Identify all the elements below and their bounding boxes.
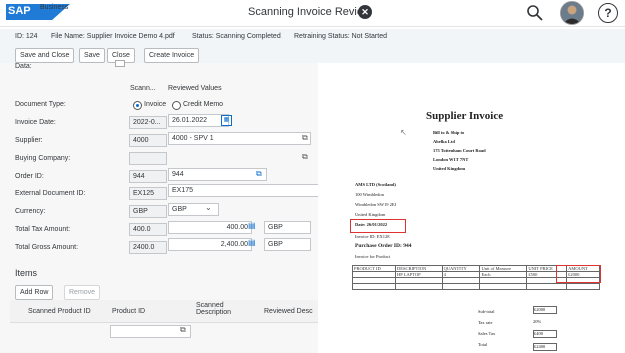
doc-text: £2400 bbox=[533, 343, 557, 351]
save-and-close-button[interactable]: Save and Close bbox=[15, 48, 75, 63]
doc-text: 20% bbox=[533, 319, 542, 324]
value-help-icon[interactable]: ⧉ bbox=[302, 133, 308, 143]
create-invoice-button[interactable]: Create Invoice bbox=[144, 48, 200, 63]
logo-text: SAP bbox=[8, 5, 31, 17]
doc-invoice-for: Invoice for Product bbox=[355, 254, 390, 259]
col-reviewed-description: Reviewed Desc bbox=[264, 308, 313, 315]
doc-title: Supplier Invoice bbox=[426, 110, 504, 122]
invoice-radio-label: Invoice bbox=[144, 101, 167, 108]
total-gross-label: Total Gross Amount: bbox=[15, 244, 79, 251]
doc-text: Total bbox=[478, 342, 488, 347]
supplier-label: Supplier: bbox=[15, 137, 43, 144]
doc-text: Sub-total bbox=[478, 309, 495, 314]
external-document-id-input[interactable]: EX175 bbox=[168, 184, 319, 197]
total-gross-input[interactable]: 2,400.00 bbox=[168, 238, 252, 251]
doc-invoice-id: Invoice ID: EX128 bbox=[355, 234, 390, 239]
credit-memo-radio-label: Credit Memo bbox=[183, 101, 224, 108]
document-type-label: Document Type: bbox=[15, 101, 66, 108]
col-scanned-header: Scann... bbox=[130, 85, 156, 92]
total-tax-label: Total Tax Amount: bbox=[15, 226, 71, 233]
doc-text: United Kingdom bbox=[433, 166, 466, 171]
total-tax-scanned: 400.0 bbox=[129, 223, 167, 236]
currency-scanned: GBP bbox=[129, 205, 167, 218]
total-tax-input[interactable]: 400.00 bbox=[168, 221, 252, 234]
doc-text: 100 Wimbledon bbox=[355, 192, 384, 197]
currency-label: Currency: bbox=[15, 208, 46, 215]
col-reviewed-header: Reviewed Values bbox=[168, 85, 222, 92]
doc-text: Abelka Ltd bbox=[433, 139, 455, 144]
total-gross-currency[interactable]: GBP bbox=[264, 238, 311, 251]
doc-summary-values: £2000 20% £400 £2400 bbox=[533, 306, 557, 351]
close-icon[interactable]: ✕ bbox=[358, 5, 372, 19]
doc-supplier-block: AMS LTD (Scotland) 100 Wimbledon Wimbled… bbox=[355, 180, 396, 220]
external-document-id-scanned: EX125 bbox=[129, 187, 167, 200]
buying-company-label: Buying Company: bbox=[15, 155, 71, 162]
order-id-scanned: 944 bbox=[129, 170, 167, 183]
doc-table-row bbox=[352, 283, 600, 290]
header-id: ID: 124 bbox=[15, 33, 38, 40]
page-title: Scanning Invoice Review bbox=[248, 6, 371, 18]
buying-company-scanned bbox=[129, 152, 167, 165]
mouse-cursor-icon: ↖ bbox=[400, 128, 407, 137]
supplier-scanned: 4000 bbox=[129, 134, 167, 147]
help-icon[interactable]: ? bbox=[598, 3, 618, 23]
order-id-label: Order ID: bbox=[15, 173, 44, 180]
user-avatar[interactable] bbox=[560, 1, 584, 25]
header-status: Status: Scanning Completed bbox=[192, 33, 281, 40]
invoice-date-scanned: 2022-0... bbox=[129, 116, 167, 129]
chevron-down-icon[interactable]: ⌄ bbox=[205, 203, 212, 212]
col-scanned-product-id: Scanned Product ID bbox=[28, 308, 91, 315]
doc-text: 175 Tottenham Court Road bbox=[433, 148, 486, 153]
data-label: Data: bbox=[15, 63, 32, 70]
doc-summary-labels: Sub-total Tax rate Sales Tax Total bbox=[478, 306, 495, 350]
logo-subtext: Business bbox=[40, 4, 69, 11]
product-id-input[interactable] bbox=[110, 325, 191, 338]
doc-text: Bill to & Ship to bbox=[433, 130, 465, 135]
add-row-button[interactable]: Add Row bbox=[15, 285, 54, 300]
doc-text: £400 bbox=[533, 330, 557, 338]
order-id-input[interactable]: 944 bbox=[168, 168, 267, 181]
supplier-input[interactable]: 4000 - SPV 1 bbox=[168, 132, 311, 145]
credit-memo-radio[interactable] bbox=[172, 101, 181, 110]
save-button[interactable]: Save bbox=[79, 48, 105, 63]
value-help-icon[interactable]: ⧉ bbox=[256, 169, 262, 179]
col-scanned-description: Scanned Description bbox=[196, 302, 232, 316]
search-icon[interactable] bbox=[526, 4, 544, 22]
invoice-date-input[interactable]: 26.01.2022 bbox=[168, 114, 229, 127]
doc-po-id: Purchase Order ID: 944 bbox=[355, 243, 412, 249]
remove-button[interactable]: Remove bbox=[64, 285, 101, 300]
invoice-date-label: Invoice Date: bbox=[15, 119, 56, 126]
col-product-id: Product ID bbox=[112, 308, 146, 315]
total-gross-scanned: 2400.0 bbox=[129, 241, 167, 254]
total-tax-currency[interactable]: GBP bbox=[264, 221, 311, 234]
calculator-icon[interactable]: ▤ bbox=[248, 221, 256, 230]
data-checkbox[interactable] bbox=[115, 60, 125, 67]
doc-bill-ship: Bill to & Ship to Abelka Ltd 175 Tottenh… bbox=[433, 128, 486, 173]
header-retraining-status: Retraining Status: Not Started bbox=[294, 33, 387, 40]
doc-text: Wimbledon SW19 2EJ bbox=[355, 202, 397, 207]
doc-text: AMS LTD (Scotland) bbox=[355, 182, 396, 187]
doc-text: London W1T 7NT bbox=[433, 157, 469, 162]
items-title: Items bbox=[15, 268, 38, 278]
doc-text: Tax rate bbox=[478, 320, 493, 325]
value-help-icon[interactable]: ⧉ bbox=[180, 325, 186, 335]
calculator-icon[interactable]: ▤ bbox=[248, 238, 256, 247]
header-file-name: File Name: Supplier Invoice Demo 4.pdf bbox=[51, 33, 175, 40]
doc-text: Sales Tax bbox=[478, 331, 496, 336]
external-document-id-label: External Document ID: bbox=[15, 190, 86, 197]
doc-text: £2000 bbox=[533, 306, 557, 314]
doc-date: Date: 26/01/2022 bbox=[355, 222, 388, 227]
calendar-icon[interactable]: ▦ bbox=[221, 115, 232, 126]
value-help-icon[interactable]: ⧉ bbox=[302, 152, 308, 162]
amount-highlight-box bbox=[556, 265, 601, 283]
invoice-radio[interactable] bbox=[133, 101, 142, 110]
